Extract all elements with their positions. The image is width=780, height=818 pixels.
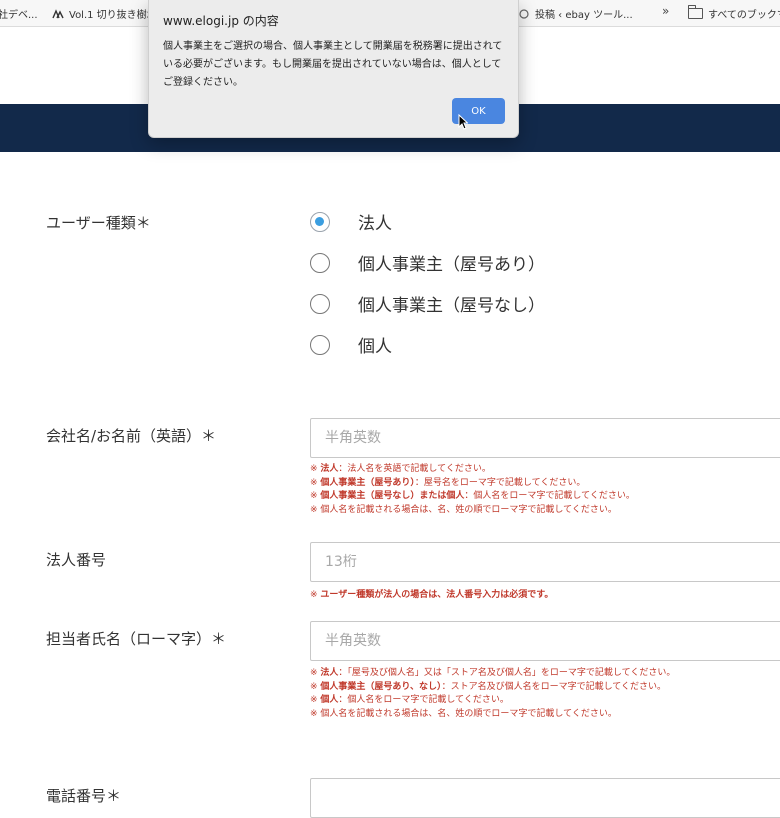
bookmark-label: Vol.1 切り抜き樹木 (69, 10, 157, 21)
contact-name-notes: ※ 法人：「屋号及び個人名」又は「ストア名及び個人名」をローマ字で記載してくださ… (310, 667, 675, 721)
user-type-option-sole-proprietor-without-trade-name[interactable]: 個人事業主（屋号なし） (310, 291, 545, 316)
note-line: ※ ユーザー種類が法人の場合は、法人番号入力は必須です。 (310, 590, 554, 600)
folder-icon (688, 5, 703, 19)
note-line: ※ 個人名を記載される場合は、名、姓の順でローマ字で記載してください。 (310, 708, 617, 719)
radio-checked-icon[interactable] (310, 211, 330, 232)
radio-label: 個人事業主（屋号なし） (358, 296, 545, 316)
radio-label: 個人 (358, 337, 392, 357)
bookmark-item[interactable]: Vol.1 切り抜き樹木 (52, 6, 157, 21)
radio-label: 法人 (358, 214, 392, 234)
site-icon (519, 8, 529, 19)
bookmarks-overflow-button[interactable]: » (662, 4, 669, 18)
radio-unchecked-icon[interactable] (310, 293, 330, 314)
site-icon (52, 8, 64, 18)
all-bookmarks-label: すべてのブックマ (708, 10, 780, 21)
phone-input[interactable] (310, 778, 780, 818)
contact-name-input[interactable] (310, 621, 780, 661)
bookmark-item[interactable]: 投稿 ‹ ebay ツール... (518, 6, 633, 21)
bookmark-item[interactable]: 社デベ... (0, 6, 38, 21)
company-name-notes: ※ 法人：法人名を英語で記載してください。 ※ 個人事業主（屋号あり）：屋号名を… (310, 463, 635, 517)
bookmark-label: 投稿 ‹ ebay ツール... (535, 10, 633, 21)
note-line: ※ 法人：「屋号及び個人名」又は「ストア名及び個人名」をローマ字で記載してくださ… (310, 668, 676, 678)
cursor-icon (458, 114, 468, 130)
user-type-option-individual[interactable]: 個人 (310, 332, 392, 357)
note-line: ※ 個人事業主（屋号なし）または個人：個人名をローマ字で記載してください。 (310, 491, 635, 501)
dialog-message: 個人事業主をご選択の場合、個人事業主として開業届を税務署に提出されている必要がご… (163, 41, 503, 88)
phone-label: 電話番号＊ (46, 787, 122, 805)
all-bookmarks-item[interactable]: すべてのブックマ (688, 5, 780, 21)
bookmark-label: 社デベ... (0, 10, 38, 21)
corporate-number-notes: ※ ユーザー種類が法人の場合は、法人番号入力は必須です。 (310, 589, 553, 603)
company-name-label: 会社名/お名前（英語）＊ (46, 427, 217, 445)
company-name-input[interactable] (310, 418, 780, 458)
note-line: ※ 個人：個人名をローマ字で記載してください。 (310, 695, 509, 705)
contact-name-label: 担当者氏名（ローマ字）＊ (46, 630, 227, 648)
note-line: ※ 個人事業主（屋号あり、なし）：ストア名及び個人名をローマ字で記載してください… (310, 681, 667, 692)
note-line: ※ 個人事業主（屋号あり）：屋号名をローマ字で記載してください。 (310, 477, 586, 488)
user-type-label: ユーザー種類＊ (46, 214, 151, 232)
corporate-number-label: 法人番号 (46, 551, 107, 569)
note-line: ※ 個人名を記載される場合は、名、姓の順でローマ字で記載してください。 (310, 504, 617, 515)
radio-label: 個人事業主（屋号あり） (358, 255, 545, 275)
note-line: ※ 法人：法人名を英語で記載してください。 (310, 464, 491, 474)
corporate-number-input[interactable] (310, 542, 780, 582)
radio-unchecked-icon[interactable] (310, 334, 330, 355)
dialog-title: www.elogi.jp の内容 (163, 14, 279, 28)
radio-unchecked-icon[interactable] (310, 252, 330, 273)
user-type-option-sole-proprietor-with-trade-name[interactable]: 個人事業主（屋号あり） (310, 250, 545, 275)
user-type-option-corporation[interactable]: 法人 (310, 209, 392, 234)
